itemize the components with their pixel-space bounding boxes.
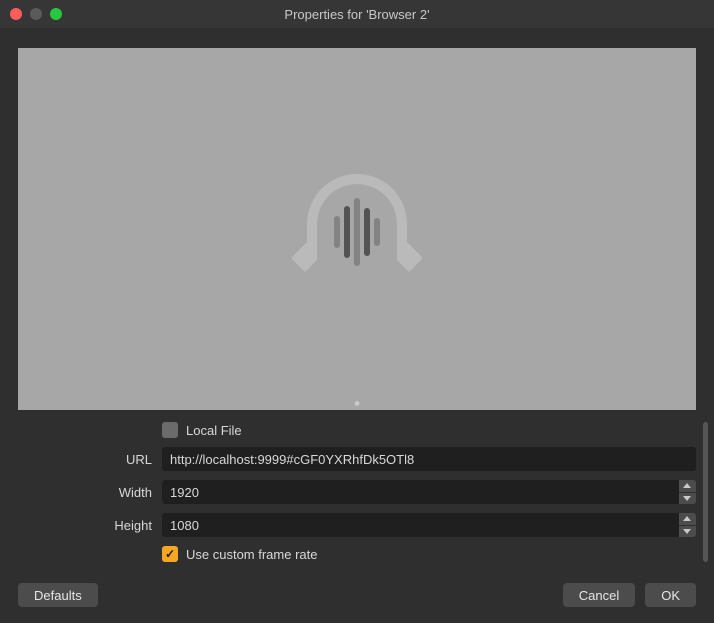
custom-frame-rate-label: Use custom frame rate [186, 547, 318, 562]
ok-button[interactable]: OK [645, 583, 696, 607]
height-row: Height [18, 513, 696, 537]
close-window-icon[interactable] [10, 8, 22, 20]
url-input[interactable] [162, 447, 696, 471]
zoom-window-icon[interactable] [50, 8, 62, 20]
height-stepper [679, 513, 696, 537]
width-input[interactable] [162, 480, 679, 504]
height-step-up-icon[interactable] [679, 513, 696, 526]
preview-indicator-dot [355, 401, 360, 406]
width-step-up-icon[interactable] [679, 480, 696, 493]
url-row: URL [18, 447, 696, 471]
custom-frame-rate-row: Use custom frame rate [18, 546, 696, 562]
dialog-footer: Defaults Cancel OK [18, 583, 696, 607]
properties-form: Local File URL Width Height [18, 422, 696, 562]
preview-area [18, 48, 696, 410]
defaults-button[interactable]: Defaults [18, 583, 98, 607]
height-input[interactable] [162, 513, 679, 537]
window-title: Properties for 'Browser 2' [0, 7, 714, 22]
width-label: Width [18, 485, 162, 500]
local-file-label: Local File [186, 423, 242, 438]
height-step-down-icon[interactable] [679, 526, 696, 538]
cancel-button[interactable]: Cancel [563, 583, 635, 607]
width-step-down-icon[interactable] [679, 493, 696, 505]
minimize-window-icon[interactable] [30, 8, 42, 20]
local-file-checkbox[interactable] [162, 422, 178, 438]
local-file-row: Local File [18, 422, 696, 438]
width-stepper [679, 480, 696, 504]
window-controls [10, 8, 62, 20]
scrollbar[interactable] [703, 422, 708, 562]
custom-frame-rate-checkbox[interactable] [162, 546, 178, 562]
window-titlebar: Properties for 'Browser 2' [0, 0, 714, 28]
url-label: URL [18, 452, 162, 467]
height-label: Height [18, 518, 162, 533]
audio-logo-icon [292, 164, 422, 294]
width-row: Width [18, 480, 696, 504]
